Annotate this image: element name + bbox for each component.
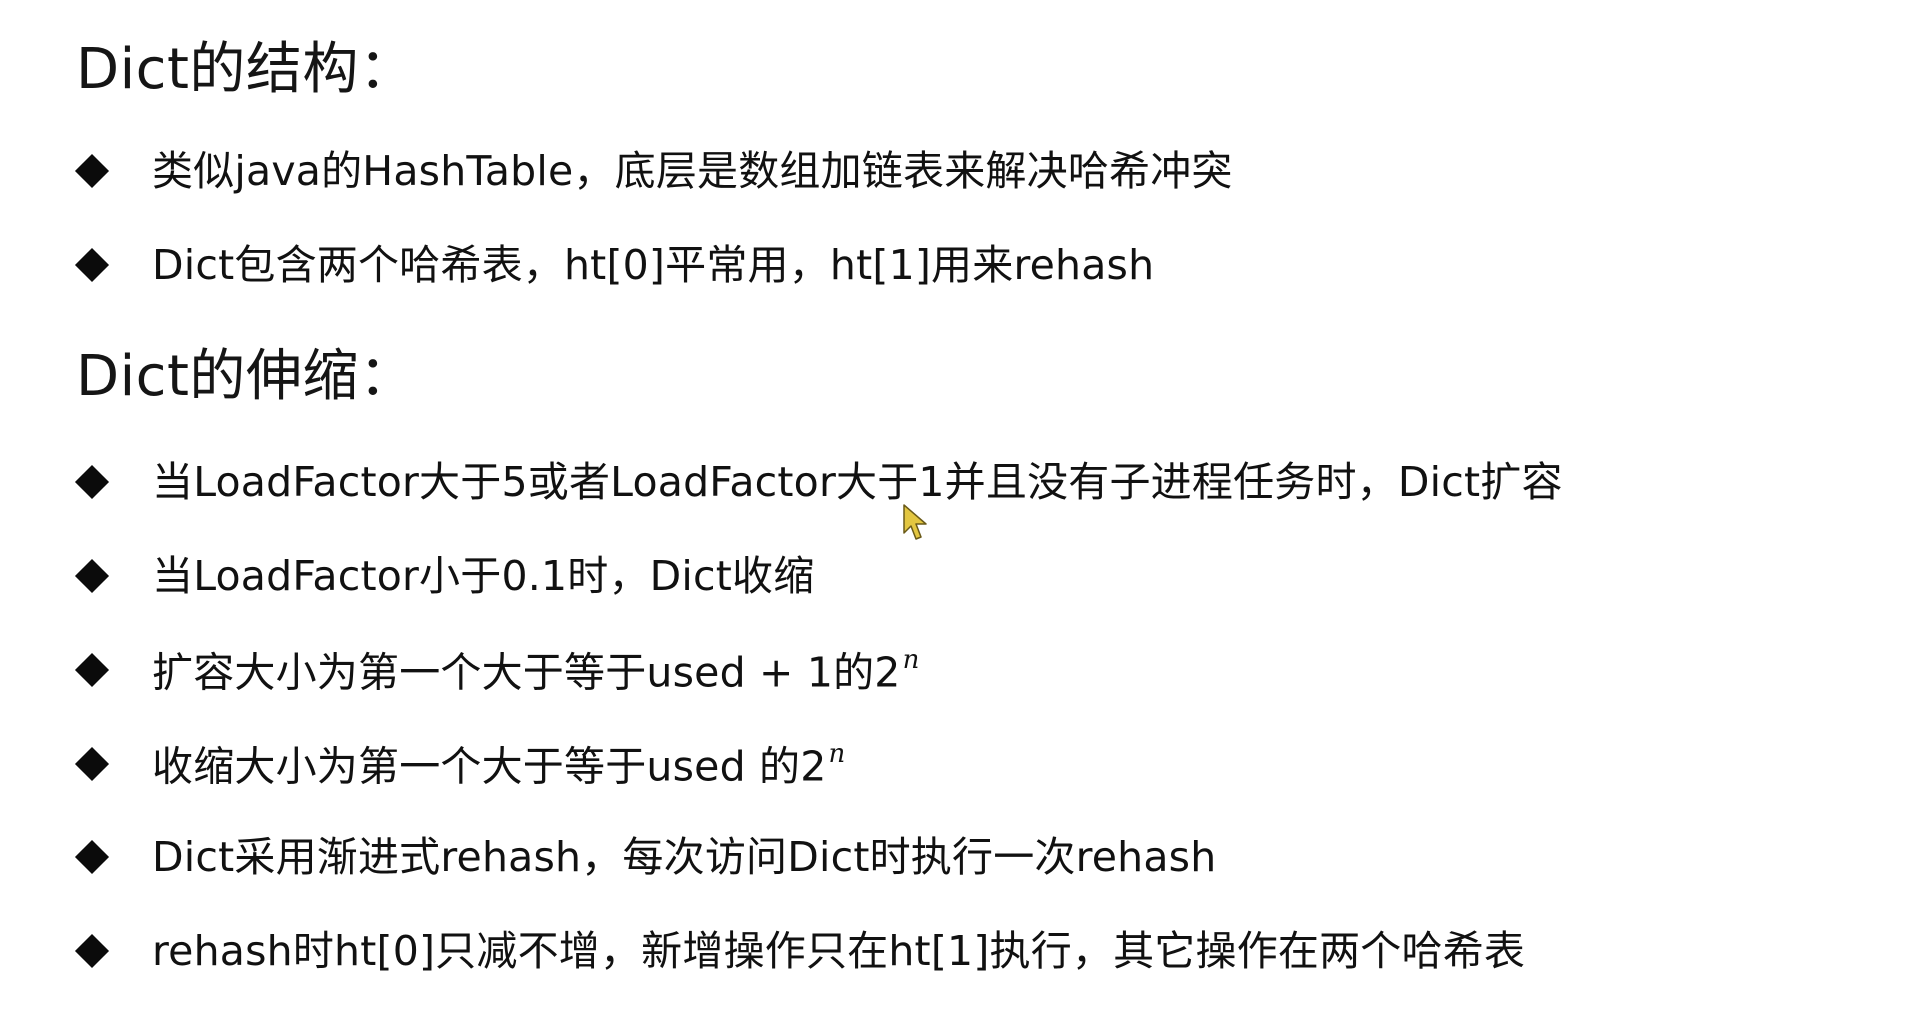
diamond-bullet-icon <box>74 247 110 283</box>
bullet-text: 收缩大小为第一个大于等于used 的2n <box>152 741 845 788</box>
bullet-item: Dict采用渐进式rehash，每次访问Dict时执行一次rehash <box>74 827 1217 887</box>
bullet-text: 类似java的HashTable，底层是数组加链表来解决哈希冲突 <box>152 146 1233 195</box>
bullet-text: 当LoadFactor大于5或者LoadFactor大于1并且没有子进程任务时，… <box>152 457 1563 506</box>
diamond-bullet-icon <box>74 558 110 594</box>
bullet-item: 当LoadFactor小于0.1时，Dict收缩 <box>74 546 815 606</box>
bullet-item: 收缩大小为第一个大于等于used 的2n <box>74 734 845 794</box>
diamond-bullet-icon <box>74 933 110 969</box>
bullet-text: Dict包含两个哈希表，ht[0]平常用，ht[1]用来rehash <box>152 240 1155 289</box>
section-title-structure: Dict的结构： <box>76 37 416 102</box>
superscript-n: n <box>902 644 920 675</box>
slide: Dict的结构： 类似java的HashTable，底层是数组加链表来解决哈希冲… <box>0 0 1929 1022</box>
bullet-item: 类似java的HashTable，底层是数组加链表来解决哈希冲突 <box>74 141 1233 201</box>
bullet-item: Dict包含两个哈希表，ht[0]平常用，ht[1]用来rehash <box>74 235 1155 295</box>
section-title-scaling: Dict的伸缩： <box>76 344 416 409</box>
bullet-item: rehash时ht[0]只减不增，新增操作只在ht[1]执行，其它操作在两个哈希… <box>74 921 1526 981</box>
diamond-bullet-icon <box>74 153 110 189</box>
bullet-main-text: 收缩大小为第一个大于等于used 的2 <box>152 742 827 791</box>
diamond-bullet-icon <box>74 464 110 500</box>
diamond-bullet-icon <box>74 839 110 875</box>
bullet-item: 当LoadFactor大于5或者LoadFactor大于1并且没有子进程任务时，… <box>74 452 1563 512</box>
bullet-item: 扩容大小为第一个大于等于used + 1的2n <box>74 640 920 700</box>
bullet-text: 扩容大小为第一个大于等于used + 1的2n <box>152 647 920 694</box>
diamond-bullet-icon <box>74 652 110 688</box>
bullet-text: rehash时ht[0]只减不增，新增操作只在ht[1]执行，其它操作在两个哈希… <box>152 926 1526 975</box>
bullet-text: 当LoadFactor小于0.1时，Dict收缩 <box>152 551 815 600</box>
diamond-bullet-icon <box>74 746 110 782</box>
mouse-cursor-icon <box>903 504 927 540</box>
bullet-text: Dict采用渐进式rehash，每次访问Dict时执行一次rehash <box>152 832 1217 881</box>
superscript-n: n <box>828 738 846 769</box>
bullet-main-text: 扩容大小为第一个大于等于used + 1的2 <box>152 648 901 697</box>
